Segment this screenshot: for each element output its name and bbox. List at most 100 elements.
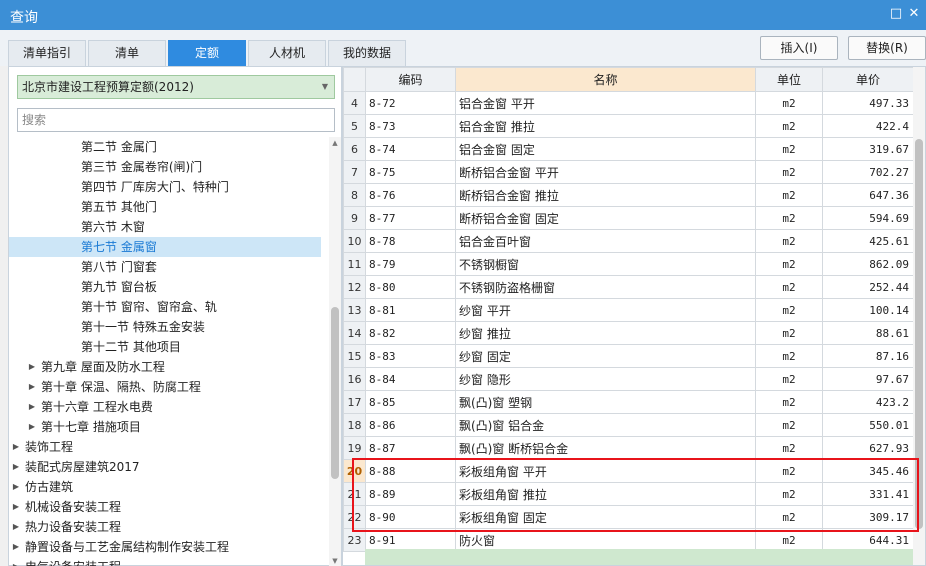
code-cell: 8-82 [365, 321, 456, 345]
insert-button[interactable]: 插入(I) [760, 36, 838, 60]
expand-caret-icon[interactable]: ▶ [11, 557, 21, 566]
tab-my-data[interactable]: 我的数据 [328, 40, 406, 66]
expand-caret-icon[interactable]: ▶ [27, 397, 37, 417]
table-row[interactable]: 17 8-85 飘(凸)窗 塑钢 m2 423.2 [343, 390, 914, 414]
table-row[interactable]: 19 8-87 飘(凸)窗 断桥铝合金 m2 627.93 [343, 436, 914, 460]
table-row[interactable]: 20 8-88 彩板组角窗 平开 m2 345.46 [343, 459, 914, 483]
tree-item[interactable]: 第二节 金属门 [9, 137, 321, 157]
unit-cell: m2 [755, 275, 823, 299]
header-name[interactable]: 名称 [455, 67, 756, 92]
name-cell: 彩板组角窗 推拉 [455, 482, 756, 506]
close-icon[interactable]: ✕ [906, 6, 922, 22]
tree-item[interactable]: 第五节 其他门 [9, 197, 321, 217]
table-row[interactable]: 7 8-75 断桥铝合金窗 平开 m2 702.27 [343, 160, 914, 184]
tree-item[interactable]: 第十一节 特殊五金安装 [9, 317, 321, 337]
tree-scrollbar[interactable]: ▲ ▼ [329, 137, 341, 566]
tree-item-label: 第八节 门窗套 [81, 260, 157, 274]
tree-item[interactable]: 第十节 窗帘、窗帘盒、轨 [9, 297, 321, 317]
row-number-cell: 13 [343, 298, 366, 322]
maximize-icon[interactable]: □ [888, 6, 904, 22]
tree-item[interactable]: 第三节 金属卷帘(闸)门 [9, 157, 321, 177]
chevron-down-icon[interactable]: ▼ [322, 76, 328, 98]
table-row[interactable]: 15 8-83 纱窗 固定 m2 87.16 [343, 344, 914, 368]
expand-caret-icon[interactable]: ▶ [27, 357, 37, 377]
table-row[interactable]: 4 8-72 铝合金窗 平开 m2 497.33 [343, 91, 914, 115]
expand-caret-icon[interactable]: ▶ [11, 497, 21, 517]
grid-scrollbar[interactable] [913, 67, 925, 565]
table-row[interactable]: 13 8-81 纱窗 平开 m2 100.14 [343, 298, 914, 322]
tree-item-label: 第十六章 工程水电费 [41, 400, 153, 414]
expand-caret-icon[interactable]: ▶ [11, 457, 21, 477]
table-row[interactable]: 6 8-74 铝合金窗 固定 m2 319.67 [343, 137, 914, 161]
tree-item[interactable]: ▶ 热力设备安装工程 [9, 517, 321, 537]
code-cell: 8-88 [365, 459, 456, 483]
table-row[interactable]: 5 8-73 铝合金窗 推拉 m2 422.4 [343, 114, 914, 138]
tree-item[interactable]: 第九节 窗台板 [9, 277, 321, 297]
tree-item[interactable]: ▶ 仿古建筑 [9, 477, 321, 497]
tree-item[interactable]: ▶ 第九章 屋面及防水工程 [9, 357, 321, 377]
tree-item[interactable]: 第七节 金属窗 [9, 237, 321, 257]
tree-item[interactable]: ▶ 第十七章 措施项目 [9, 417, 321, 437]
expand-caret-icon[interactable]: ▶ [11, 537, 21, 557]
tab-bill-guide[interactable]: 清单指引 [8, 40, 86, 66]
table-row[interactable]: 9 8-77 断桥铝合金窗 固定 m2 594.69 [343, 206, 914, 230]
tab-bar: 清单指引 清单 定额 人材机 我的数据 插入(I) 替换(R) [0, 30, 926, 66]
tab-bill[interactable]: 清单 [88, 40, 166, 66]
tree-item-label: 第四节 厂库房大门、特种门 [81, 180, 229, 194]
scroll-down-icon[interactable]: ▼ [329, 555, 341, 566]
search-input[interactable] [17, 108, 335, 132]
tree-item[interactable]: ▶ 电气设备安装工程 [9, 557, 321, 566]
tree-item[interactable]: ▶ 装配式房屋建筑2017 [9, 457, 321, 477]
code-cell: 8-86 [365, 413, 456, 437]
expand-caret-icon[interactable]: ▶ [11, 517, 21, 537]
table-row[interactable]: 8 8-76 断桥铝合金窗 推拉 m2 647.36 [343, 183, 914, 207]
tree-item[interactable]: ▶ 机械设备安装工程 [9, 497, 321, 517]
expand-caret-icon[interactable]: ▶ [27, 377, 37, 397]
grid-scroll-thumb[interactable] [915, 139, 923, 529]
tree-item-label: 第三节 金属卷帘(闸)门 [81, 160, 203, 174]
tree-item[interactable]: ▶ 装饰工程 [9, 437, 321, 457]
tree-item[interactable]: ▶ 第十六章 工程水电费 [9, 397, 321, 417]
table-row[interactable]: 16 8-84 纱窗 隐形 m2 97.67 [343, 367, 914, 391]
tree-item[interactable]: 第六节 木窗 [9, 217, 321, 237]
row-number-cell: 19 [343, 436, 366, 460]
table-row[interactable]: 11 8-79 不锈钢橱窗 m2 862.09 [343, 252, 914, 276]
table-row[interactable]: 14 8-82 纱窗 推拉 m2 88.61 [343, 321, 914, 345]
price-cell: 87.16 [822, 344, 914, 368]
tree-scroll-thumb[interactable] [331, 307, 339, 479]
name-cell: 纱窗 隐形 [455, 367, 756, 391]
tab-labor-material[interactable]: 人材机 [248, 40, 326, 66]
table-row[interactable]: 22 8-90 彩板组角窗 固定 m2 309.17 [343, 505, 914, 529]
header-unit[interactable]: 单位 [755, 67, 823, 92]
name-cell: 铝合金窗 平开 [455, 91, 756, 115]
tree-item-label: 仿古建筑 [25, 480, 74, 494]
price-cell: 309.17 [822, 505, 914, 529]
row-number-cell: 9 [343, 206, 366, 230]
scroll-up-icon[interactable]: ▲ [329, 137, 341, 149]
price-cell: 345.46 [822, 459, 914, 483]
tree-item-label: 第十七章 措施项目 [41, 420, 141, 434]
tree-item[interactable]: ▶ 静置设备与工艺金属结构制作安装工程 [9, 537, 321, 557]
code-cell: 8-79 [365, 252, 456, 276]
replace-button[interactable]: 替换(R) [848, 36, 926, 60]
tab-quota[interactable]: 定额 [168, 40, 246, 66]
code-cell: 8-80 [365, 275, 456, 299]
table-row[interactable]: 21 8-89 彩板组角窗 推拉 m2 331.41 [343, 482, 914, 506]
table-row[interactable]: 10 8-78 铝合金百叶窗 m2 425.61 [343, 229, 914, 253]
expand-caret-icon[interactable]: ▶ [11, 437, 21, 457]
tree-item[interactable]: ▶ 第十章 保温、隔热、防腐工程 [9, 377, 321, 397]
library-select[interactable]: 北京市建设工程预算定额(2012) ▼ [17, 75, 335, 99]
header-code[interactable]: 编码 [365, 67, 456, 92]
tree-item[interactable]: 第八节 门窗套 [9, 257, 321, 277]
tree-item-label: 装配式房屋建筑2017 [25, 460, 140, 474]
expand-caret-icon[interactable]: ▶ [11, 477, 21, 497]
table-row[interactable]: 12 8-80 不锈钢防盗格栅窗 m2 252.44 [343, 275, 914, 299]
table-row[interactable]: 18 8-86 飘(凸)窗 铝合金 m2 550.01 [343, 413, 914, 437]
expand-caret-icon[interactable]: ▶ [27, 417, 37, 437]
name-cell: 不锈钢防盗格栅窗 [455, 275, 756, 299]
tree-item[interactable]: 第四节 厂库房大门、特种门 [9, 177, 321, 197]
header-price[interactable]: 单价 [822, 67, 914, 92]
tree-item[interactable]: 第十二节 其他项目 [9, 337, 321, 357]
price-cell: 252.44 [822, 275, 914, 299]
row-number-cell: 7 [343, 160, 366, 184]
